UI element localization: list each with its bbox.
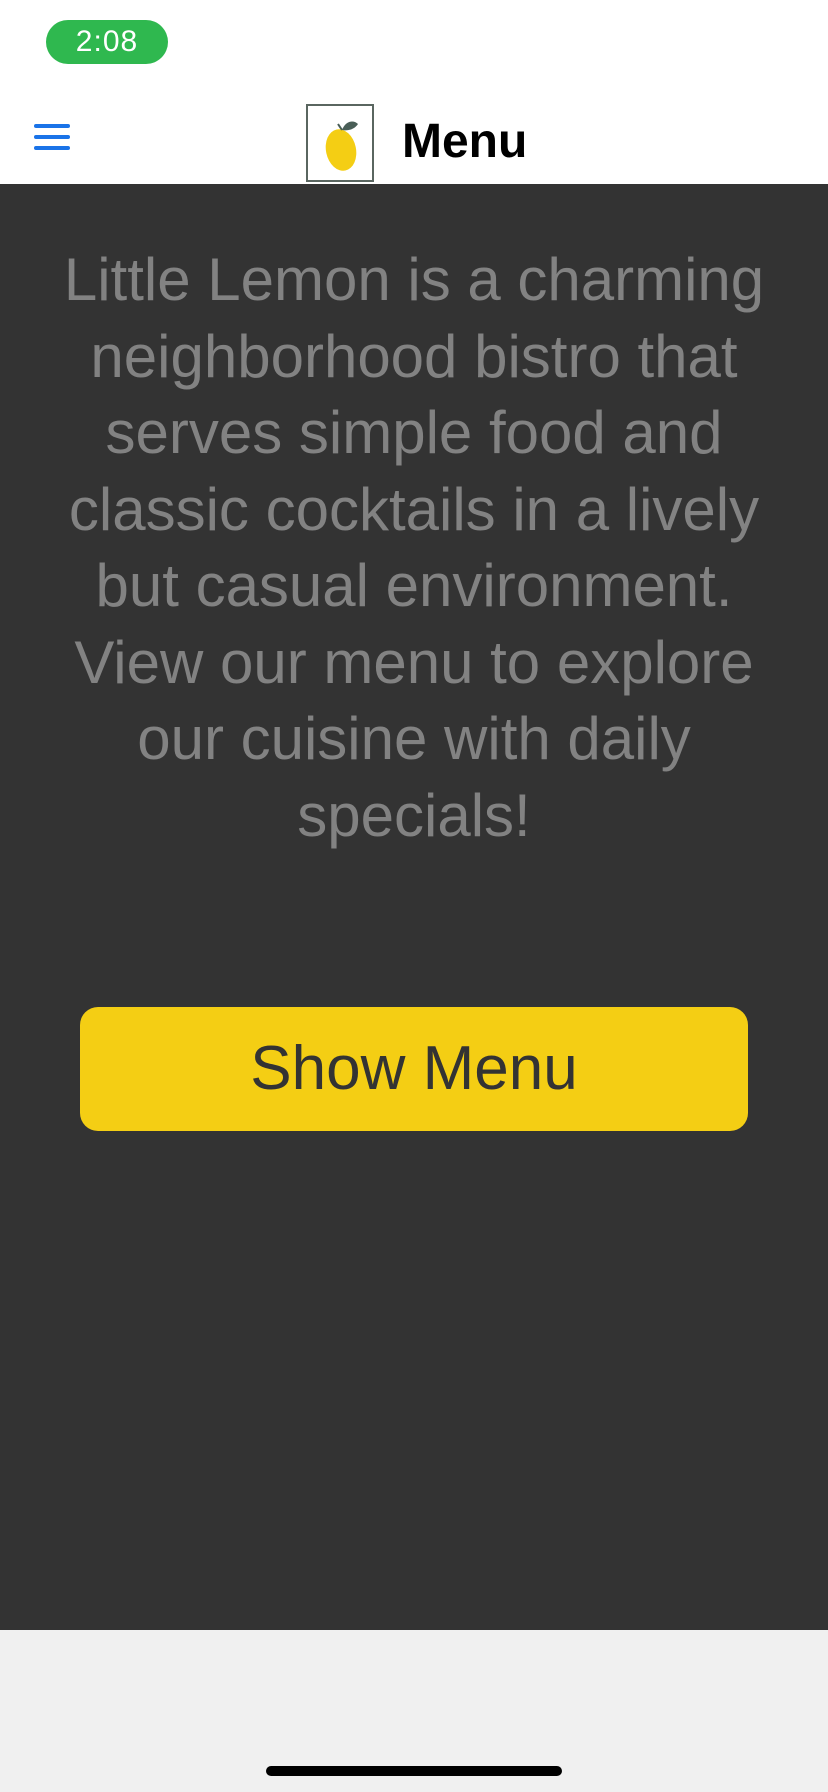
status-time: 2:08 (46, 20, 168, 64)
page-title: Menu (402, 115, 528, 168)
nav-bar: Menu (0, 92, 828, 184)
restaurant-description: Little Lemon is a charming neighborhood … (63, 246, 765, 849)
home-indicator[interactable] (266, 1766, 562, 1776)
status-bar: 2:08 (0, 0, 828, 92)
lemon-icon (325, 121, 358, 171)
show-menu-button[interactable]: Show Menu (80, 1007, 748, 1131)
main-content: Little Lemon is a charming neighborhood … (0, 184, 828, 1630)
logo (306, 104, 374, 182)
bottom-safe-area (0, 1630, 828, 1792)
hamburger-menu-icon[interactable] (34, 124, 70, 150)
